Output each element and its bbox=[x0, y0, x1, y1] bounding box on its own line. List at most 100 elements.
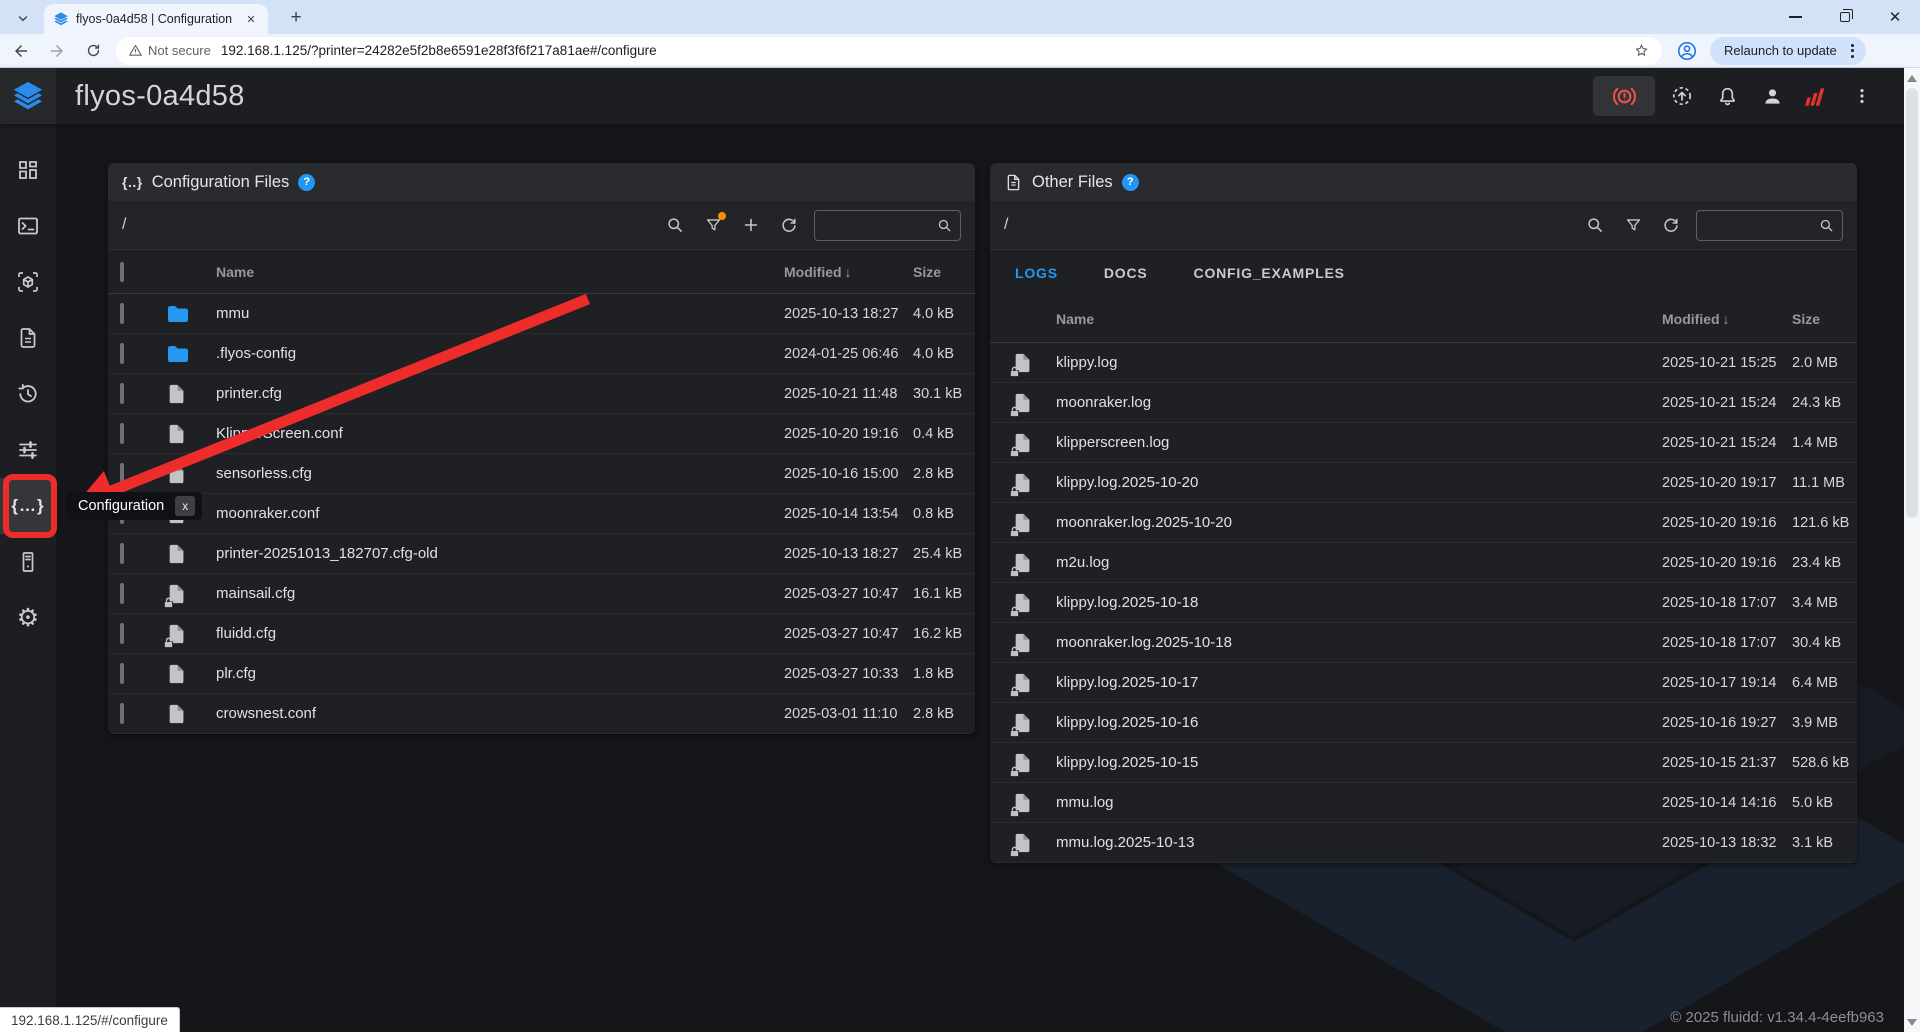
table-row[interactable]: crowsnest.conf 2025-03-01 11:10 2.8 kB bbox=[108, 694, 975, 734]
user-account-button[interactable] bbox=[1754, 78, 1790, 114]
scrollbar-thumb[interactable] bbox=[1906, 88, 1918, 518]
sidebar-item-settings[interactable]: ⚙ bbox=[0, 590, 56, 646]
tab-close-icon[interactable]: ✕ bbox=[243, 11, 259, 27]
select-all-checkbox[interactable] bbox=[120, 262, 124, 282]
column-header-modified[interactable]: Modified↓ bbox=[1662, 311, 1792, 327]
table-row[interactable]: klippy.log.2025-10-17 2025-10-17 19:14 6… bbox=[990, 663, 1857, 703]
scroll-up-arrow[interactable] bbox=[1904, 70, 1920, 86]
table-row[interactable]: m2u.log 2025-10-20 19:16 23.4 kB bbox=[990, 543, 1857, 583]
window-close-button[interactable]: ✕ bbox=[1870, 0, 1920, 34]
tab-config-examples[interactable]: CONFIG_EXAMPLES bbox=[1194, 265, 1345, 281]
window-minimize-button[interactable] bbox=[1770, 0, 1820, 34]
bookmark-star-icon[interactable] bbox=[1633, 42, 1650, 59]
sidebar-item-console[interactable] bbox=[0, 198, 56, 254]
help-icon[interactable]: ? bbox=[1122, 174, 1139, 191]
breadcrumb-root[interactable]: / bbox=[1004, 216, 1008, 234]
reload-button[interactable] bbox=[78, 36, 108, 66]
column-header-size[interactable]: Size bbox=[1792, 311, 1857, 327]
upload-gcode-button[interactable] bbox=[1664, 78, 1700, 114]
table-row[interactable]: KlipperScreen.conf 2025-10-20 19:16 0.4 … bbox=[108, 414, 975, 454]
relaunch-to-update-button[interactable]: Relaunch to update bbox=[1710, 37, 1866, 65]
tab-docs[interactable]: DOCS bbox=[1104, 265, 1148, 281]
address-bar[interactable]: Not secure 192.168.1.125/?printer=24282e… bbox=[116, 37, 1662, 65]
table-row[interactable]: klippy.log.2025-10-18 2025-10-18 17:07 3… bbox=[990, 583, 1857, 623]
browser-tab[interactable]: flyos-0a4d58 | Configuration ✕ bbox=[44, 4, 268, 34]
table-row[interactable]: moonraker.conf 2025-10-14 13:54 0.8 kB bbox=[108, 494, 975, 534]
sidebar-item-system[interactable] bbox=[0, 534, 56, 590]
notifications-button[interactable] bbox=[1709, 78, 1745, 114]
tab-logs[interactable]: LOGS bbox=[1015, 265, 1058, 281]
table-row[interactable]: klippy.log.2025-10-15 2025-10-15 21:37 5… bbox=[990, 743, 1857, 783]
app-menu-kebab-icon[interactable] bbox=[1844, 78, 1880, 114]
scroll-down-arrow[interactable] bbox=[1904, 1014, 1920, 1030]
help-icon[interactable]: ? bbox=[298, 174, 315, 191]
table-row[interactable]: printer-20251013_182707.cfg-old 2025-10-… bbox=[108, 534, 975, 574]
browser-menu-kebab-icon[interactable] bbox=[1845, 44, 1860, 58]
table-row[interactable]: klipperscreen.log 2025-10-21 15:24 1.4 M… bbox=[990, 423, 1857, 463]
profile-avatar-icon[interactable] bbox=[1674, 38, 1700, 64]
search-toggle-button[interactable] bbox=[1576, 207, 1614, 243]
sidebar-item-tune[interactable] bbox=[0, 422, 56, 478]
page-scrollbar[interactable] bbox=[1904, 68, 1920, 1032]
table-row[interactable]: sensorless.cfg 2025-10-16 15:00 2.8 kB bbox=[108, 454, 975, 494]
column-header-name[interactable]: Name bbox=[216, 264, 784, 280]
sidebar-item-gcode-preview[interactable] bbox=[0, 254, 56, 310]
fluidd-logo-icon[interactable] bbox=[0, 68, 56, 124]
tab-search-chevron-icon[interactable] bbox=[10, 7, 36, 29]
sidebar-item-history[interactable] bbox=[0, 366, 56, 422]
back-button[interactable] bbox=[6, 36, 36, 66]
table-row[interactable]: printer.cfg 2025-10-21 11:48 30.1 kB bbox=[108, 374, 975, 414]
table-row[interactable]: klippy.log 2025-10-21 15:25 2.0 MB bbox=[990, 343, 1857, 383]
file-size: 23.4 kB bbox=[1792, 555, 1857, 571]
row-checkbox[interactable] bbox=[120, 583, 124, 604]
table-row[interactable]: mmu.log 2025-10-14 14:16 5.0 kB bbox=[990, 783, 1857, 823]
row-checkbox[interactable] bbox=[120, 463, 124, 484]
row-checkbox[interactable] bbox=[120, 423, 124, 444]
refresh-files-button[interactable] bbox=[770, 207, 808, 243]
emergency-stop-button[interactable] bbox=[1593, 76, 1655, 116]
row-checkbox[interactable] bbox=[120, 703, 124, 724]
forward-button[interactable] bbox=[42, 36, 72, 66]
row-checkbox[interactable] bbox=[120, 343, 124, 364]
file-name: mmu.log bbox=[1056, 794, 1662, 811]
table-row[interactable]: mmu.log.2025-10-13 2025-10-13 18:32 3.1 … bbox=[990, 823, 1857, 863]
table-row[interactable]: moonraker.log.2025-10-20 2025-10-20 19:1… bbox=[990, 503, 1857, 543]
sidebar-item-dashboard[interactable] bbox=[0, 142, 56, 198]
config-search-input[interactable] bbox=[822, 217, 932, 233]
table-row[interactable]: moonraker.log.2025-10-18 2025-10-18 17:0… bbox=[990, 623, 1857, 663]
sidebar-item-configuration[interactable]: {…} bbox=[0, 478, 56, 534]
security-chip[interactable]: Not secure bbox=[128, 43, 211, 58]
table-row[interactable]: moonraker.log 2025-10-21 15:24 24.3 kB bbox=[990, 383, 1857, 423]
other-search-input[interactable] bbox=[1704, 217, 1814, 233]
filter-button[interactable] bbox=[694, 207, 732, 243]
column-header-name[interactable]: Name bbox=[1056, 311, 1662, 327]
row-checkbox[interactable] bbox=[120, 383, 124, 404]
file-name: moonraker.log.2025-10-20 bbox=[1056, 514, 1662, 531]
row-checkbox[interactable] bbox=[120, 303, 124, 324]
column-header-size[interactable]: Size bbox=[913, 264, 975, 280]
table-row[interactable]: mmu 2025-10-13 18:27 4.0 kB bbox=[108, 294, 975, 334]
file-modified: 2025-10-13 18:27 bbox=[784, 306, 913, 322]
file-size: 2.8 kB bbox=[913, 466, 975, 482]
table-row[interactable]: klippy.log.2025-10-16 2025-10-16 19:27 3… bbox=[990, 703, 1857, 743]
row-checkbox[interactable] bbox=[120, 543, 124, 564]
fluidd-brand-red-icon[interactable] bbox=[1799, 78, 1835, 114]
other-panel-title: Other Files bbox=[1032, 173, 1113, 192]
add-file-button[interactable] bbox=[732, 207, 770, 243]
table-row[interactable]: mainsail.cfg 2025-03-27 10:47 16.1 kB bbox=[108, 574, 975, 614]
table-row[interactable]: .flyos-config 2024-01-25 06:46 4.0 kB bbox=[108, 334, 975, 374]
filter-button[interactable] bbox=[1614, 207, 1652, 243]
breadcrumb-root[interactable]: / bbox=[122, 216, 126, 234]
refresh-files-button[interactable] bbox=[1652, 207, 1690, 243]
window-restore-button[interactable] bbox=[1820, 0, 1870, 34]
search-toggle-button[interactable] bbox=[656, 207, 694, 243]
row-checkbox[interactable] bbox=[120, 623, 124, 644]
column-header-modified[interactable]: Modified↓ bbox=[784, 264, 913, 280]
new-tab-button[interactable]: + bbox=[284, 6, 308, 30]
annotation-close-icon[interactable]: x bbox=[175, 496, 195, 516]
row-checkbox[interactable] bbox=[120, 663, 124, 684]
sidebar-item-jobs[interactable] bbox=[0, 310, 56, 366]
table-row[interactable]: fluidd.cfg 2025-03-27 10:47 16.2 kB bbox=[108, 614, 975, 654]
table-row[interactable]: plr.cfg 2025-03-27 10:33 1.8 kB bbox=[108, 654, 975, 694]
table-row[interactable]: klippy.log.2025-10-20 2025-10-20 19:17 1… bbox=[990, 463, 1857, 503]
